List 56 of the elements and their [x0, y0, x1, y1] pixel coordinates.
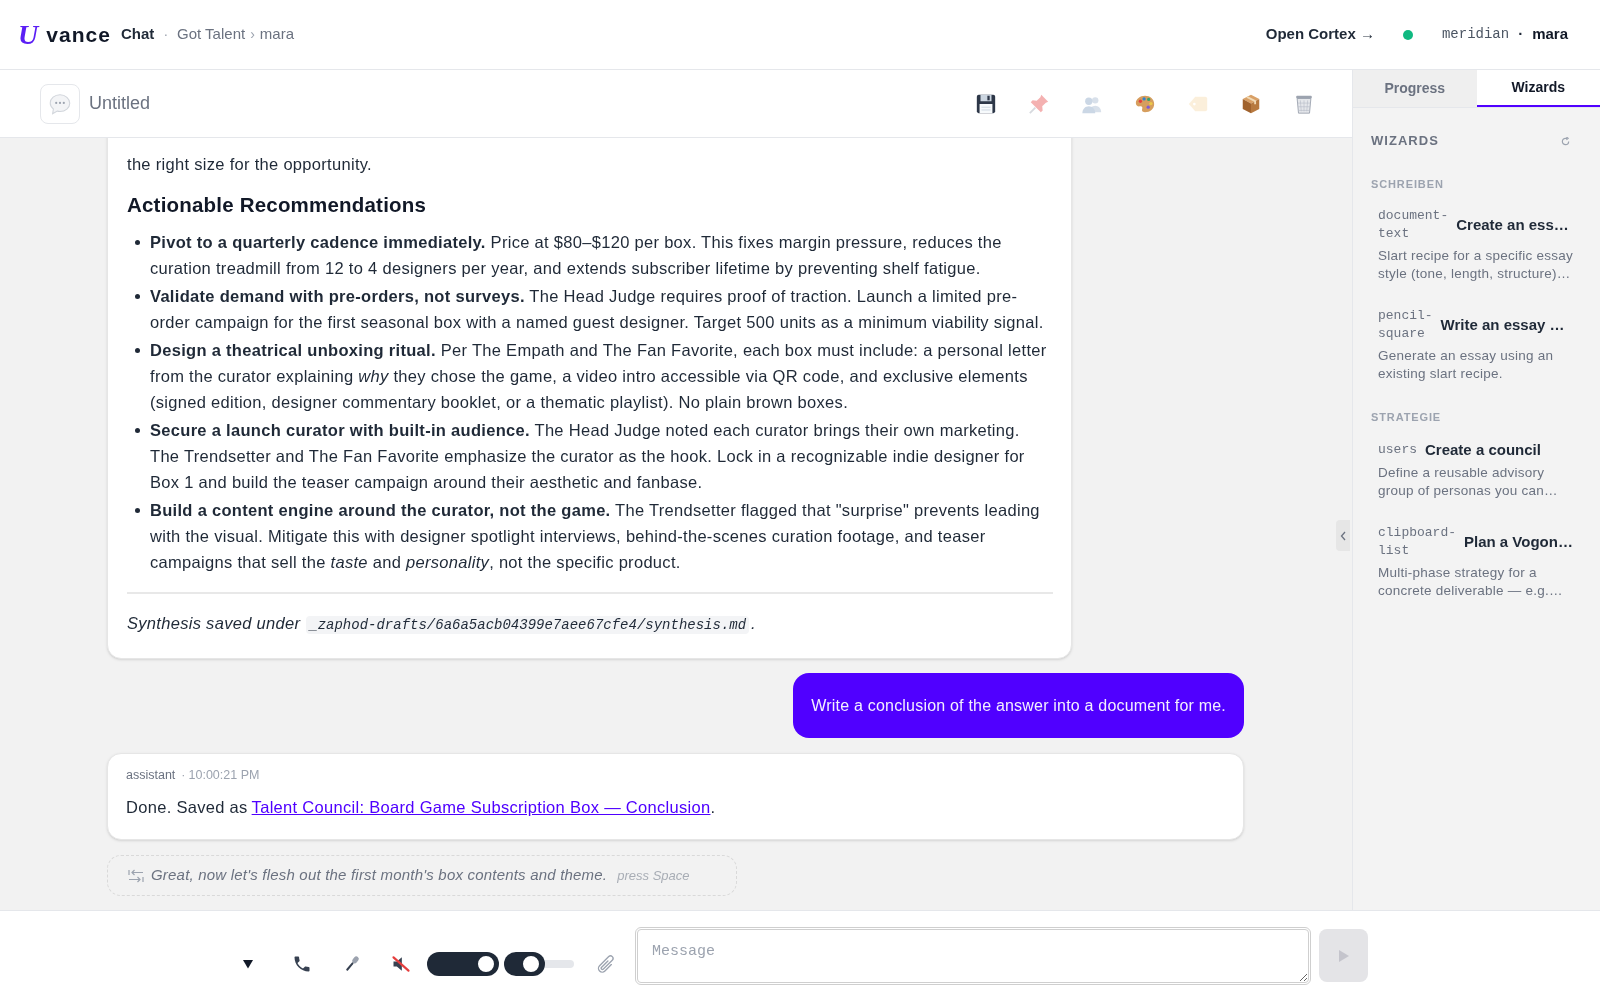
list-item-text: Pivot to a quarterly cadence immediately. Price at $80–$120 per box. This fixes margin pressure, reduces the curation treadmill from 12 to 4 designers per year, and extends subscriber lifetime by preventing shelf fatigue.	[150, 232, 1003, 279]
message-time: 10:00:21 PM	[188, 767, 260, 784]
list-item-text: Secure a launch curator with built-in audience. The Head Judge noted each curator brings their own marketing. The Trendsetter and The Fan Favorite emphasize the curator as the hook. Lock in a recognizable indie designer for Box 1 and build the teaser campaign around their aesthetic and fanbase.	[150, 420, 1026, 493]
paperclip-icon	[596, 954, 616, 974]
toggle-switch[interactable]	[427, 952, 499, 976]
list-item-text: Build a content engine around the curator, not the game. The Trendsetter flagged that "surprise" prevents leading with the visual. Mitigate this with designer spotlight interviews, behind-the-scenes curation footage, and teaser campaigns that sell the taste and personality, not the specific product.	[150, 500, 1041, 573]
collapse-button[interactable]	[1336, 520, 1350, 551]
chat-bubble-icon	[40, 83, 80, 124]
workspace-name: meridian	[1441, 25, 1510, 44]
chevron-left-icon	[1340, 530, 1346, 541]
message-text: Done. Saved as Talent Council: Board Game Subscription Box — Conclusion.	[126, 797, 717, 818]
sidebar-tab[interactable]: Wizards	[1476, 70, 1600, 107]
separator-dot: ·	[163, 25, 169, 44]
bullet-icon	[135, 294, 140, 299]
separator-dot: ·	[1518, 24, 1524, 45]
bullet-icon	[135, 240, 140, 245]
app-name: vance	[46, 21, 112, 48]
attach-button[interactable]	[596, 954, 616, 974]
separator-dot: ·	[181, 767, 186, 784]
wizard-item[interactable]: users Create a council Define a reusable advisory group of personas you can…	[1371, 432, 1588, 508]
play-icon	[1338, 949, 1349, 962]
menu-button[interactable]	[242, 958, 254, 970]
phone-icon	[292, 954, 312, 974]
group-label: STRATEGIE	[1371, 410, 1443, 424]
open-cortex-link[interactable]: Open Cortex →	[1265, 23, 1375, 46]
saved-note: Synthesis saved under _zaphod-drafts/6a6a5acb04399e7aee67cfe4/synthesis.md .	[127, 613, 757, 636]
list-item-text: Validate demand with pre-orders, not surveys. The Head Judge requires proof of traction. Launch a limited pre-order campaign for the first seasonal box with a named guest designer. Target 500 units as a minimum viability signal.	[150, 286, 1045, 333]
user-name: mara	[1532, 24, 1568, 45]
user-message-bubble: Write a conclusion of the answer into a document for me.	[793, 673, 1244, 738]
pushpin-icon	[1028, 92, 1050, 115]
speaker-muted-icon[interactable]	[391, 954, 411, 974]
box-icon	[1240, 92, 1262, 115]
suggestion-chip[interactable]: Great, now let's flesh out the first month's box contents and theme. press Space	[107, 855, 737, 896]
tab-arrows-icon	[128, 868, 144, 883]
sidebar-tab[interactable]: Progress	[1353, 70, 1477, 107]
list-item-text: Design a theatrical unboxing ritual. Per The Empath and The Fan Favorite, each box must include: a personal letter from the curator explaining why they chose the game, a video intro accessible via QR code, and exclusive elements (signed edition, designer commentary booklet, or a thematic playlist). No plain brown boxes.	[150, 340, 1048, 413]
bullet-icon	[135, 428, 140, 433]
breadcrumb-separator: ›	[250, 25, 255, 44]
call-button[interactable]	[292, 954, 312, 974]
caret-down-icon	[242, 958, 254, 970]
breadcrumb-link[interactable]: Got Talent	[177, 23, 246, 46]
refresh-icon	[1561, 136, 1570, 146]
panel-title: WIZARDS	[1371, 132, 1439, 150]
group-label: SCHREIBEN	[1371, 177, 1445, 191]
slider-track[interactable]	[504, 952, 574, 976]
message-paragraph: the right size for the opportunity.	[127, 154, 373, 175]
section-title: Chat	[121, 24, 155, 45]
breadcrumb-current: mara	[259, 24, 294, 45]
logo-mark: U	[18, 20, 39, 49]
section-heading: Actionable Recommendations	[127, 192, 428, 218]
bullet-icon	[135, 508, 140, 513]
message-author: assistant	[126, 767, 176, 784]
document-link[interactable]: Talent Council: Board Game Subscription Box — Conclusion	[251, 798, 711, 816]
bullet-icon	[135, 348, 140, 353]
message-input[interactable]: Message	[635, 927, 1311, 985]
chat-title[interactable]: Untitled	[89, 90, 151, 117]
